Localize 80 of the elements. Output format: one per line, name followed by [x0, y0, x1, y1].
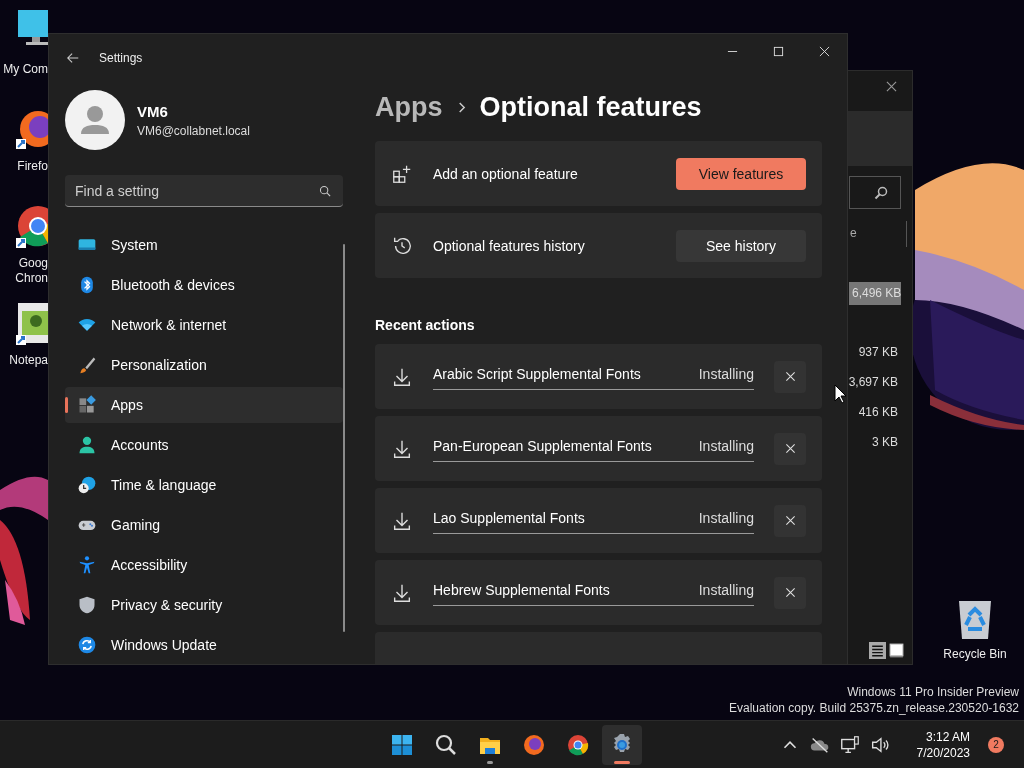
nav-item[interactable]: Apps [65, 387, 343, 423]
status-text: Installing [698, 437, 754, 454]
file-size-cell[interactable]: 3,697 KB [845, 371, 901, 394]
nav-item[interactable]: Gaming [65, 507, 343, 543]
notification-badge[interactable]: 2 [988, 736, 1004, 753]
cancel-button[interactable] [774, 576, 806, 609]
desktop-icon-label: Recycle Bin [943, 647, 1007, 661]
thumbnail-view-icon[interactable] [888, 642, 905, 659]
desktop-icon-label: Goog [18, 256, 48, 271]
watermark-text: Evaluation copy. Build 25375.zn_release.230520-1632 [729, 700, 1019, 716]
desktop-icon-label: Firefo [17, 159, 48, 174]
setting-label: Add an optional feature [433, 165, 579, 182]
search-icon [874, 186, 888, 200]
file-size-cell[interactable]: 937 KB [855, 341, 901, 364]
nav-item[interactable]: Privacy & security [65, 587, 343, 623]
close-icon [784, 443, 796, 454]
breadcrumb-link[interactable]: Apps [375, 92, 443, 123]
shield-icon [77, 595, 97, 615]
chevron-icon [456, 101, 466, 114]
feature-name: Arabic Script Supplemental Fonts [433, 365, 641, 382]
nav-item[interactable]: Bluetooth & devices [65, 267, 343, 303]
clock-time[interactable]: 3:12 AM [925, 728, 970, 745]
nav-item[interactable]: Personalization [65, 347, 343, 383]
nav-item[interactable]: Accounts [65, 427, 343, 463]
person-icon [77, 435, 97, 455]
details-view-icon[interactable] [869, 642, 886, 659]
close-icon [818, 45, 830, 57]
status-text: Installing [698, 365, 754, 382]
file-size-cell[interactable]: 416 KB [855, 401, 901, 424]
avatar-icon[interactable] [65, 90, 125, 150]
nav-item[interactable]: Accessibility [65, 547, 343, 583]
apps-icon [77, 395, 97, 415]
user-name: VM6 [137, 102, 169, 120]
close-icon [784, 371, 796, 382]
sync-icon [77, 635, 97, 655]
nav-item[interactable]: Windows Update [65, 627, 343, 663]
view-features-button[interactable]: View features [676, 157, 806, 190]
nav-item[interactable]: Network & internet [65, 307, 343, 343]
desktop-icon-label: Notepa [9, 353, 48, 368]
feature-name: Lao Supplemental Fonts [433, 509, 585, 526]
nav-item[interactable]: Time & language [65, 467, 343, 503]
cancel-button[interactable] [774, 432, 806, 465]
maximize-icon [772, 45, 784, 57]
cancel-button[interactable] [774, 360, 806, 393]
windows-logo-icon [390, 732, 414, 757]
desktop-icon-label: Chron [15, 271, 48, 286]
status-text: Installing [698, 581, 754, 598]
scrollbar[interactable] [343, 244, 345, 632]
clock-globe-icon [77, 475, 97, 495]
search-field[interactable]: Find a setting [65, 175, 343, 207]
user-email: VM6@collabnet.local [137, 123, 250, 138]
feature-name: Pan-European Supplemental Fonts [433, 437, 652, 454]
see-history-button[interactable]: See history [676, 229, 806, 262]
taskbar-button[interactable] [602, 724, 642, 765]
feature-name: Hebrew Supplemental Fonts [433, 581, 610, 598]
clock-date[interactable]: 7/20/2023 [916, 744, 970, 761]
status-text: Installing [698, 509, 754, 526]
notepad-icon[interactable] [14, 301, 48, 345]
chrome-icon [566, 732, 590, 757]
setting-label: Optional features history [433, 237, 586, 254]
column-header[interactable]: e [850, 226, 857, 240]
search-icon [434, 732, 458, 757]
cursor-icon [834, 384, 846, 404]
watermark-text: Windows 11 Pro Insider Preview [847, 684, 1019, 700]
firefox-icon [522, 732, 546, 757]
close-icon[interactable] [886, 81, 897, 92]
close-icon [784, 515, 796, 526]
back-arrow-icon [66, 51, 80, 65]
nav-item[interactable]: System [65, 227, 343, 263]
network-icon[interactable] [838, 733, 861, 756]
close-icon [784, 587, 796, 598]
cancel-button[interactable] [774, 504, 806, 537]
accessibility-icon [77, 555, 97, 575]
search-field[interactable] [849, 176, 901, 209]
search-icon [319, 185, 331, 197]
desktop-icon-label: My Com [3, 62, 48, 77]
file-size-cell[interactable]: 3 KB [869, 431, 901, 454]
page-title: Optional features [479, 92, 702, 123]
section-heading: Recent actions [375, 317, 476, 333]
window-title: Settings [99, 51, 143, 65]
